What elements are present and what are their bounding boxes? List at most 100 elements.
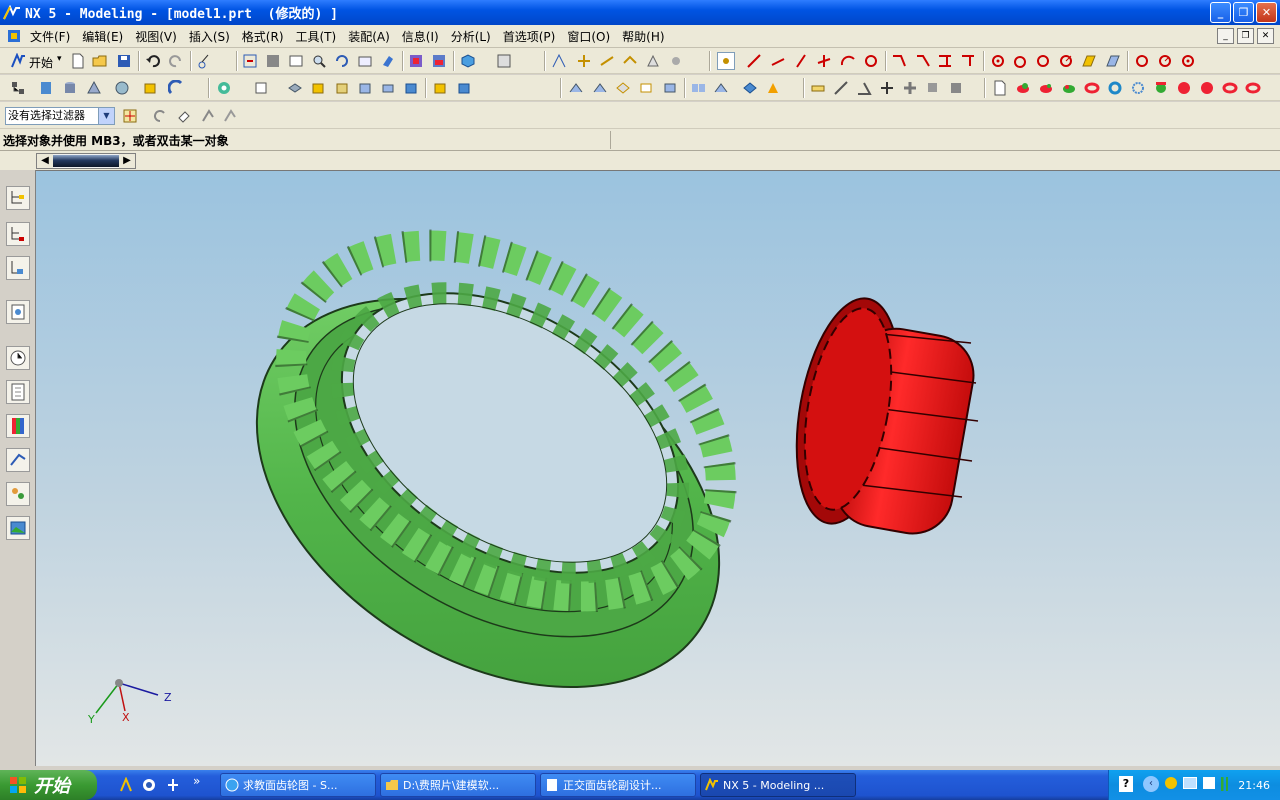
- datum-plane-icon[interactable]: [622, 53, 638, 69]
- circle-icon[interactable]: [863, 53, 879, 69]
- surface-shade-icon[interactable]: [1105, 53, 1121, 69]
- sew-icon[interactable]: [742, 80, 758, 96]
- assembly-navigator-icon[interactable]: [10, 80, 26, 96]
- pan-icon[interactable]: [357, 53, 373, 69]
- menu-window[interactable]: 窗口(O): [561, 28, 616, 45]
- trim-curve-icon[interactable]: [937, 53, 953, 69]
- zoom-window-icon[interactable]: [265, 53, 281, 69]
- quicklaunch-icon-1[interactable]: [119, 777, 133, 793]
- taskbar-item-4[interactable]: NX 5 - Modeling ...: [700, 773, 856, 797]
- trim-body-icon[interactable]: [765, 80, 781, 96]
- part-navigator-tab[interactable]: [6, 256, 30, 280]
- measure-distance-icon[interactable]: [833, 80, 849, 96]
- palette-tab[interactable]: [6, 414, 30, 438]
- menu-analysis[interactable]: 分析(L): [445, 28, 497, 45]
- thread-icon[interactable]: [403, 80, 419, 96]
- taskbar-item-2[interactable]: D:\费照片\建模软...: [380, 773, 536, 797]
- doc-minimize-button[interactable]: _: [1217, 28, 1234, 44]
- shaded-view-icon[interactable]: [380, 53, 396, 69]
- chevron-down-icon[interactable]: ▼: [98, 108, 114, 124]
- shell-icon[interactable]: [615, 80, 631, 96]
- window-title-bar[interactable]: NX 5 - Modeling - [model1.prt (修改的) ] _ …: [0, 0, 1280, 25]
- inspect-icon[interactable]: [879, 80, 895, 96]
- eraser-icon[interactable]: [176, 108, 192, 124]
- close-button[interactable]: ✕: [1256, 2, 1277, 23]
- taskbar-item-3[interactable]: 正交面齿轮副设计...: [540, 773, 696, 797]
- page-icon[interactable]: [992, 80, 1008, 96]
- offset-face-icon[interactable]: [662, 80, 678, 96]
- redo-icon[interactable]: [168, 53, 184, 69]
- cross-section-icon[interactable]: [902, 80, 918, 96]
- restore-button[interactable]: ❐: [1233, 2, 1254, 23]
- start-dropdown-icon[interactable]: ▾: [57, 54, 62, 64]
- taskbar-item-1[interactable]: 求教面齿轮图 - S...: [220, 773, 376, 797]
- sphere-icon[interactable]: [114, 80, 130, 96]
- menu-view[interactable]: 视图(V): [129, 28, 183, 45]
- open-folder-icon[interactable]: [92, 53, 108, 69]
- datum-icon[interactable]: [576, 53, 592, 69]
- menu-tools[interactable]: 工具(T): [290, 28, 343, 45]
- boss-icon[interactable]: [253, 80, 269, 96]
- mirror-icon[interactable]: [713, 80, 729, 96]
- arc-icon[interactable]: [840, 53, 856, 69]
- red-ring-icon[interactable]: [1038, 80, 1054, 96]
- spur-gear-icon[interactable]: [1153, 80, 1169, 96]
- hole-icon[interactable]: [216, 80, 232, 96]
- revolve-icon[interactable]: [168, 80, 184, 96]
- scroll-thumb[interactable]: [53, 155, 119, 167]
- analysis-circle-icon[interactable]: [990, 53, 1006, 69]
- line-angle-icon[interactable]: [816, 53, 832, 69]
- measure-circle-icon[interactable]: [1134, 53, 1150, 69]
- edge-blend-icon[interactable]: [568, 80, 584, 96]
- extrude-icon[interactable]: [142, 80, 158, 96]
- type-filter-combo[interactable]: 没有选择过滤器 ▼: [5, 107, 115, 125]
- layer-settings-icon[interactable]: [408, 53, 424, 69]
- horizontal-scrollbar[interactable]: ◀ ▶: [36, 153, 136, 169]
- pad-icon[interactable]: [310, 80, 326, 96]
- doc-restore-button[interactable]: ❐: [1237, 28, 1254, 44]
- doc-close-button[interactable]: ✕: [1257, 28, 1274, 44]
- new-file-icon[interactable]: [70, 53, 86, 69]
- process-studio-tab[interactable]: [6, 448, 30, 472]
- graphics-window[interactable]: Z Y X: [36, 170, 1280, 766]
- assembly-navigator-tab[interactable]: [6, 186, 30, 210]
- start-menu-button[interactable]: 开始: [29, 54, 53, 71]
- copy-body-icon[interactable]: [925, 80, 941, 96]
- radius-icon[interactable]: [1035, 53, 1051, 69]
- gear-model-graphic[interactable]: Z Y X: [36, 171, 1280, 766]
- line-perpendicular-icon[interactable]: [793, 53, 809, 69]
- quicklaunch-icon-3[interactable]: [165, 777, 181, 793]
- line-icon[interactable]: [746, 53, 762, 69]
- rotate-icon[interactable]: [334, 53, 350, 69]
- menu-assemblies[interactable]: 装配(A): [342, 28, 396, 45]
- zoom-icon[interactable]: [288, 53, 304, 69]
- red-torus-icon[interactable]: [1222, 80, 1238, 96]
- render-style-icon[interactable]: [460, 53, 476, 69]
- red-gear-icon[interactable]: [1176, 80, 1192, 96]
- rib-icon[interactable]: [380, 80, 396, 96]
- ring-gear[interactable]: [186, 173, 789, 766]
- unite-icon[interactable]: [432, 80, 448, 96]
- cylinder-icon[interactable]: [62, 80, 78, 96]
- pattern-icon[interactable]: [690, 80, 706, 96]
- save-icon[interactable]: [116, 53, 132, 69]
- gear-icon[interactable]: [1130, 80, 1146, 96]
- menu-preferences[interactable]: 首选项(P): [497, 28, 562, 45]
- nx-start-icon[interactable]: [10, 53, 26, 69]
- menu-insert[interactable]: 插入(S): [183, 28, 236, 45]
- reuse-library-tab[interactable]: [6, 300, 30, 324]
- ruler-icon[interactable]: [810, 80, 826, 96]
- system-scenes-tab[interactable]: [6, 516, 30, 540]
- measure-angle-2-icon[interactable]: [856, 80, 872, 96]
- clock[interactable]: 21:46: [1238, 779, 1270, 792]
- point-icon[interactable]: [668, 53, 684, 69]
- red-green-ring-icon[interactable]: [1015, 80, 1031, 96]
- fillet-curve-icon[interactable]: [891, 53, 907, 69]
- view-orientation-icon[interactable]: [496, 53, 512, 69]
- fit-view-icon[interactable]: [242, 53, 258, 69]
- green-ring-icon[interactable]: [1061, 80, 1077, 96]
- quicklaunch-icon-2[interactable]: [141, 777, 157, 793]
- chamfer-curve-icon[interactable]: [915, 53, 931, 69]
- extend-curve-icon[interactable]: [960, 53, 976, 69]
- cut-icon[interactable]: [197, 53, 213, 69]
